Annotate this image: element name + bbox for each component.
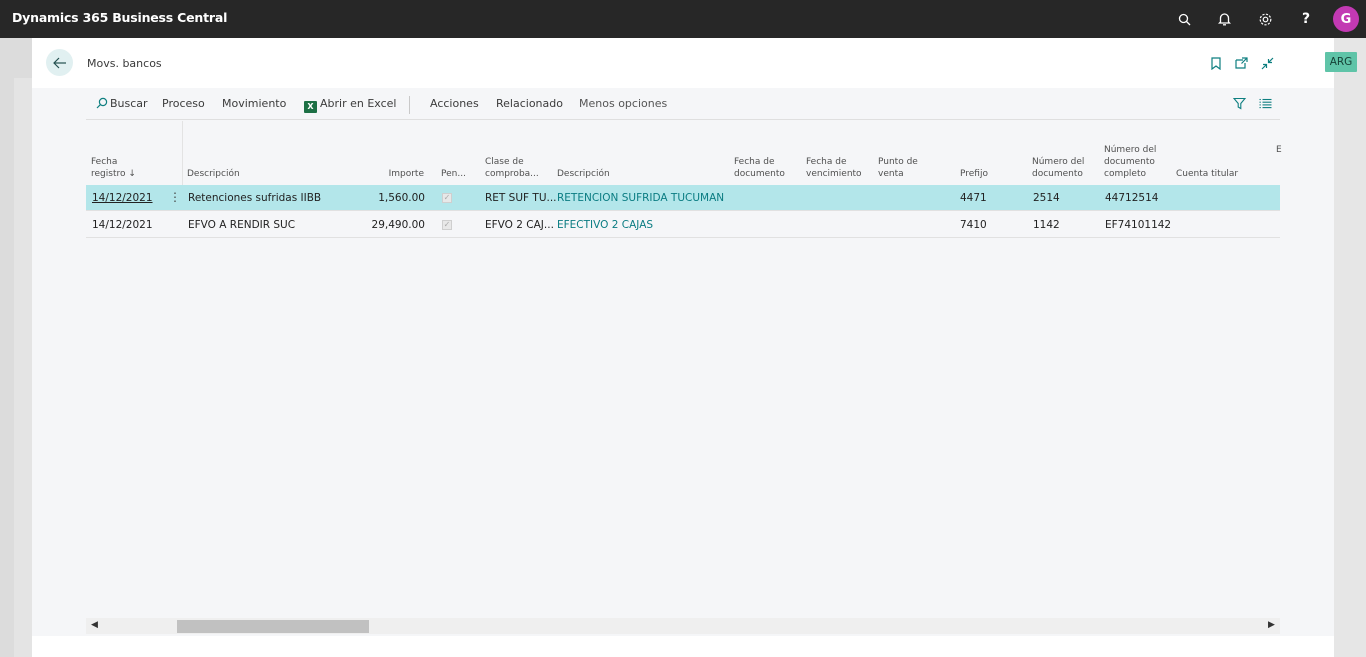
cell-doc-class: EFVO 2 CAJ...	[485, 219, 554, 231]
search-icon	[96, 97, 108, 109]
collapse-icon[interactable]	[1259, 55, 1275, 71]
movement-menu[interactable]: Movimiento	[222, 97, 286, 110]
app-title[interactable]: Dynamics 365 Business Central	[12, 10, 227, 25]
list-view-icon[interactable]	[1257, 95, 1273, 111]
column-header-doc-number[interactable]: Número del documento	[1032, 156, 1090, 180]
column-header-doc-date[interactable]: Fecha de documento	[734, 156, 790, 180]
cell-full-doc-number: 44712514	[1105, 192, 1159, 204]
bookmark-icon[interactable]	[1208, 55, 1224, 71]
table-row[interactable]: 14/12/2021 ⋮ Retenciones sufridas IIBB 1…	[86, 185, 1280, 211]
action-divider	[409, 96, 410, 114]
column-header-due-date[interactable]: Fecha de vencimiento	[806, 156, 870, 180]
horizontal-scrollbar[interactable]: ◀ ▶	[86, 618, 1280, 634]
cell-doc-class: RET SUF TU...	[485, 192, 557, 204]
arrow-left-icon	[52, 57, 66, 68]
column-header-description-2[interactable]: Descripción	[557, 168, 610, 180]
fewer-options-button[interactable]: Menos opciones	[579, 97, 667, 110]
page-panel: Movs. bancos Buscar Proceso Movimiento X…	[32, 38, 1334, 657]
column-header-amount[interactable]: Importe	[376, 168, 424, 180]
cell-amount: 1,560.00	[378, 192, 425, 204]
cell-posting-date[interactable]: 14/12/2021	[92, 192, 153, 204]
gear-icon[interactable]	[1255, 9, 1275, 29]
cell-description-2-link[interactable]: EFECTIVO 2 CAJAS	[557, 219, 653, 231]
process-menu[interactable]: Proceso	[162, 97, 205, 110]
search-icon[interactable]	[1174, 9, 1194, 29]
help-icon[interactable]: ?	[1296, 9, 1316, 29]
background-left	[0, 38, 32, 657]
action-bar: Buscar Proceso Movimiento X Abrir en Exce…	[86, 88, 1280, 120]
filter-icon[interactable]	[1231, 95, 1247, 111]
related-menu[interactable]: Relacionado	[496, 97, 563, 110]
scrollbar-thumb[interactable]	[177, 620, 369, 633]
column-header-doc-class[interactable]: Clase de comproba...	[485, 156, 547, 180]
cell-description-2-link[interactable]: RETENCION SUFRIDA TUCUMAN	[557, 192, 724, 204]
cell-description: Retenciones sufridas IIBB	[188, 192, 322, 204]
cell-doc-number: 2514	[1033, 192, 1060, 204]
background-right	[1334, 38, 1366, 657]
page-footer	[32, 636, 1334, 657]
cell-amount: 29,490.00	[371, 219, 425, 231]
column-header-posting-date[interactable]: Fecha registro ↓	[91, 156, 151, 180]
pending-checkbox[interactable]: ✓	[442, 193, 452, 203]
search-action[interactable]: Buscar	[96, 97, 148, 110]
cell-prefix: 4471	[960, 192, 987, 204]
company-badge[interactable]: ARG	[1325, 52, 1357, 72]
sort-descending-icon: ↓	[128, 169, 136, 179]
table-header: Fecha registro ↓ Descripción Importe Pen…	[86, 121, 1282, 185]
column-header-full-doc-number[interactable]: Número del documento completo	[1104, 144, 1162, 180]
cell-posting-date[interactable]: 14/12/2021	[92, 219, 153, 231]
cell-doc-number: 1142	[1033, 219, 1060, 231]
pending-checkbox[interactable]: ✓	[442, 220, 452, 230]
cell-full-doc-number: EF74101142	[1105, 219, 1172, 231]
column-header-description[interactable]: Descripción	[187, 168, 240, 180]
page-title: Movs. bancos	[87, 57, 162, 70]
column-header-holder-account[interactable]: Cuenta titular	[1176, 168, 1238, 180]
app-bar: Dynamics 365 Business Central ? G	[0, 0, 1366, 38]
back-button[interactable]	[46, 49, 73, 76]
excel-icon: X	[304, 101, 317, 113]
scroll-left-icon[interactable]: ◀	[91, 620, 98, 630]
cell-prefix: 7410	[960, 219, 987, 231]
open-in-excel-action[interactable]: X Abrir en Excel	[304, 97, 396, 113]
open-new-window-icon[interactable]	[1233, 55, 1249, 71]
avatar[interactable]: G	[1333, 6, 1359, 32]
row-menu-icon[interactable]: ⋮	[169, 190, 181, 204]
page-header: Movs. bancos	[32, 38, 1334, 88]
column-header-point-of-sale[interactable]: Punto de venta	[878, 156, 930, 180]
actions-menu[interactable]: Acciones	[430, 97, 479, 110]
bell-icon[interactable]	[1214, 9, 1234, 29]
cell-description: EFVO A RENDIR SUC	[188, 219, 296, 231]
column-header-extra[interactable]: E	[1276, 144, 1282, 156]
column-header-prefix[interactable]: Prefijo	[960, 168, 988, 180]
table-row[interactable]: 14/12/2021 EFVO A RENDIR SUC 29,490.00 ✓…	[86, 212, 1280, 238]
scroll-right-icon[interactable]: ▶	[1268, 620, 1275, 630]
page-content: Buscar Proceso Movimiento X Abrir en Exce…	[32, 88, 1334, 636]
column-header-pending[interactable]: Pen...	[441, 168, 466, 180]
